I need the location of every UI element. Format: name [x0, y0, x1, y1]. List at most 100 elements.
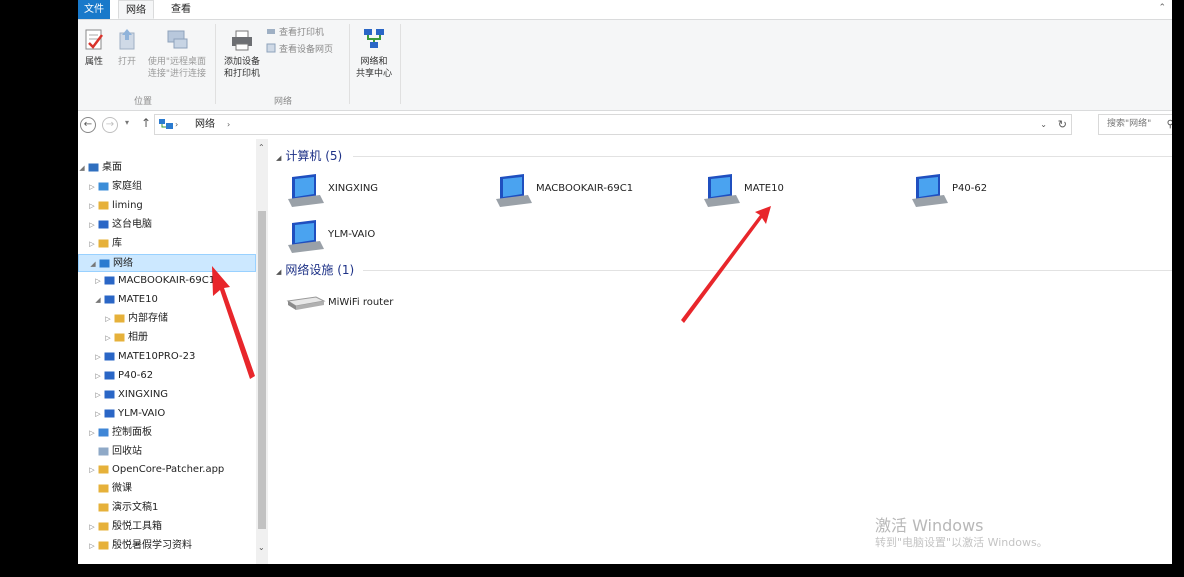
expand-arrow-icon[interactable]: ▷	[94, 386, 102, 404]
network-computer-icon	[288, 174, 324, 207]
tree-item[interactable]: ▷ 内部存储	[78, 310, 254, 328]
expand-arrow-icon[interactable]: ▷	[104, 310, 112, 328]
expand-arrow-icon[interactable]: ▷	[94, 367, 102, 385]
expand-arrow-icon[interactable]: ▷	[88, 197, 96, 215]
router-icon	[286, 296, 326, 310]
search-input[interactable]: 搜索"网络" ⚲	[1098, 114, 1172, 135]
tree-item[interactable]: ▷ XINGXING	[78, 386, 254, 404]
add-devices-label-1: 添加设备	[223, 57, 260, 67]
back-button[interactable]: ←	[80, 117, 96, 133]
tree-item[interactable]: ▷ 殷悦工具箱	[78, 518, 254, 536]
remote-desktop-icon	[167, 30, 188, 49]
tree-item[interactable]: ▷ 库	[78, 235, 254, 253]
tree-item[interactable]: ◢ 桌面	[78, 159, 254, 177]
tree-item-label: MACBOOKAIR-69C1	[118, 275, 216, 287]
tree-item[interactable]: ◢ 网络	[78, 253, 256, 273]
view-device-webpage-icon	[266, 43, 276, 53]
tree-item[interactable]: ▷ OpenCore-Patcher.app	[78, 461, 254, 479]
network-icon	[99, 259, 110, 267]
open-button[interactable]: 打开	[114, 27, 140, 68]
tree-item[interactable]: 演示文稿1	[78, 499, 254, 517]
expand-arrow-icon[interactable]: ▷	[88, 518, 96, 536]
content-pane: ◢ 计算机 (5) ◢ 网络设施 (1) XINGXING MACBOOKAIR-6…	[271, 139, 1172, 564]
devices-group-header[interactable]: ◢ 网络设施 (1)	[276, 261, 354, 279]
view-device-webpage-button[interactable]: 查看设备网页	[266, 43, 333, 57]
tree-item[interactable]: ▷ 相册	[78, 329, 254, 347]
devices-group-label: 网络设施 (1)	[285, 263, 355, 277]
scroll-up-icon[interactable]: ⌃	[258, 143, 265, 152]
collapse-arrow-icon[interactable]: ◢	[78, 159, 86, 177]
properties-icon	[85, 29, 103, 50]
recent-locations-chevron-icon[interactable]: ▾	[125, 118, 129, 127]
remote-desktop-label-2: 连接"进行连接	[147, 69, 207, 79]
properties-button[interactable]: 属性	[81, 27, 107, 68]
expand-arrow-icon[interactable]: ▷	[88, 537, 96, 555]
group-divider	[363, 270, 1172, 271]
add-devices-button[interactable]: 添加设备 和打印机	[220, 27, 264, 80]
folder-icon	[98, 465, 109, 474]
breadcrumb-network[interactable]: 网络	[195, 115, 215, 134]
computer-icon	[104, 295, 115, 304]
scroll-down-icon[interactable]: ⌄	[258, 543, 265, 552]
address-dropdown-icon[interactable]: ⌄	[1040, 115, 1047, 134]
expand-arrow-icon[interactable]: ▷	[88, 178, 96, 196]
tab-network[interactable]: 网络	[118, 0, 154, 19]
tree-item[interactable]: ▷ YLM-VAIO	[78, 405, 254, 423]
refresh-icon[interactable]: ↻	[1058, 115, 1067, 134]
tree-item-label: OpenCore-Patcher.app	[112, 464, 225, 476]
tree-item[interactable]: ▷ 殷悦暑假学习资料	[78, 537, 254, 555]
tree-item-label: 家庭组	[112, 180, 142, 192]
view-device-webpage-label: 查看设备网页	[279, 45, 334, 55]
up-arrow-icon[interactable]: ↑	[141, 116, 151, 130]
collapse-group-icon[interactable]: ◢	[276, 154, 281, 162]
tab-view[interactable]: 查看	[162, 0, 200, 19]
collapse-ribbon-icon[interactable]: ⌃	[1158, 3, 1166, 13]
expand-arrow-icon[interactable]: ▷	[88, 216, 96, 234]
tree-item[interactable]: 微课	[78, 480, 254, 498]
remote-desktop-button[interactable]: 使用"远程桌面 连接"进行连接	[144, 27, 210, 80]
expand-arrow-icon[interactable]: ▷	[88, 424, 96, 442]
network-computer-icon	[288, 220, 324, 253]
nav-scrollbar[interactable]: ⌃ ⌄	[256, 139, 268, 564]
tab-file[interactable]: 文件	[78, 0, 110, 19]
ribbon-separator	[349, 24, 350, 104]
view-printers-button[interactable]: 查看打印机	[266, 26, 324, 40]
expand-arrow-icon[interactable]: ▷	[94, 405, 102, 423]
collapse-group-icon[interactable]: ◢	[276, 268, 281, 276]
homegroup-icon	[98, 182, 109, 191]
group-divider	[353, 156, 1172, 157]
nav-scrollbar-thumb[interactable]	[258, 211, 266, 529]
collapse-arrow-icon[interactable]: ◢	[89, 255, 97, 273]
tree-item[interactable]: ▷ liming	[78, 197, 254, 215]
network-computer-icon	[912, 174, 948, 207]
computer-label: MACBOOKAIR-69C1	[536, 183, 634, 194]
tree-item[interactable]: ▷ 家庭组	[78, 178, 254, 196]
tree-item[interactable]: ▷ MACBOOKAIR-69C1	[78, 272, 254, 290]
tree-item-label: 殷悦暑假学习资料	[112, 540, 192, 551]
tree-item[interactable]: ▷ 这台电脑	[78, 216, 254, 234]
expand-arrow-icon[interactable]: ▷	[94, 348, 102, 366]
folder-icon	[114, 333, 125, 342]
computers-group-header[interactable]: ◢ 计算机 (5)	[276, 147, 342, 165]
expand-arrow-icon[interactable]: ▷	[104, 329, 112, 347]
breadcrumb-chevron-icon[interactable]: ›	[227, 115, 230, 134]
expand-arrow-icon[interactable]: ▷	[88, 461, 96, 479]
tree-item[interactable]: ◢ MATE10	[78, 291, 254, 309]
address-bar[interactable]: › 网络 › ⌄ ↻	[154, 114, 1072, 135]
forward-button[interactable]: →	[102, 117, 118, 133]
tree-item[interactable]: ▷ 控制面板	[78, 424, 254, 442]
network-sharing-center-button[interactable]: 网络和 共享中心	[352, 27, 396, 80]
computer-label: XINGXING	[328, 183, 379, 194]
library-icon	[98, 239, 109, 248]
collapse-arrow-icon[interactable]: ◢	[94, 291, 102, 309]
tree-item[interactable]: ▷ P40-62	[78, 367, 254, 385]
tree-item[interactable]: ▷ MATE10PRO-23	[78, 348, 254, 366]
computer-icon	[104, 371, 115, 380]
tree-item-label: 内部存储	[128, 313, 168, 325]
expand-arrow-icon[interactable]: ▷	[94, 272, 102, 290]
user-folder-icon	[98, 201, 109, 210]
ribbon-panel: 属性 打开 使用"远程桌面 连接"进行连接 添加设备 和打印机 查看打印机 查看…	[78, 20, 1172, 111]
expand-arrow-icon[interactable]: ▷	[88, 235, 96, 253]
tree-item[interactable]: 回收站	[78, 443, 254, 461]
tree-item-label: 网络	[113, 257, 133, 269]
